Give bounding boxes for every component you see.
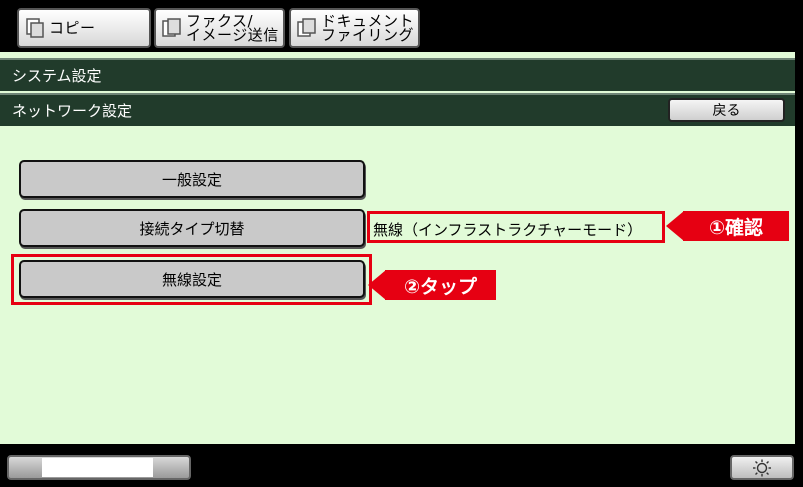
connection-type-switch-button[interactable]: 接続タイプ切替 — [19, 209, 365, 247]
document-filing-icon — [297, 18, 316, 37]
tap-callout-arrow — [368, 270, 386, 300]
tab-fax-label: ファクス/ イメージ送信 — [186, 12, 279, 44]
tab-document-filing[interactable]: ドキュメント ファイリング — [289, 8, 420, 48]
general-settings-button[interactable]: 一般設定 — [19, 160, 365, 198]
tap-highlight-box — [11, 254, 372, 305]
page-title-bar: システム設定 — [0, 58, 795, 91]
tab-copy-label: コピー — [49, 19, 96, 37]
confirm-highlight-box — [367, 211, 665, 243]
tab-copy[interactable]: コピー — [17, 8, 151, 48]
brightness-icon — [753, 459, 771, 476]
confirm-callout: ①確認 — [683, 211, 789, 241]
copy-icon — [26, 18, 44, 38]
breadcrumb: ネットワーク設定 — [12, 102, 133, 120]
tab-fax-image-send[interactable]: ファクス/ イメージ送信 — [154, 8, 285, 48]
back-button[interactable]: 戻る — [668, 98, 785, 122]
fax-icon — [162, 18, 181, 37]
tap-callout: ②タップ — [385, 270, 496, 300]
status-display — [42, 458, 153, 477]
page-title: システム設定 — [12, 67, 102, 85]
tab-document-filing-label: ドキュメント ファイリング — [321, 12, 415, 44]
brightness-button[interactable] — [730, 455, 794, 480]
confirm-callout-arrow — [666, 211, 684, 241]
